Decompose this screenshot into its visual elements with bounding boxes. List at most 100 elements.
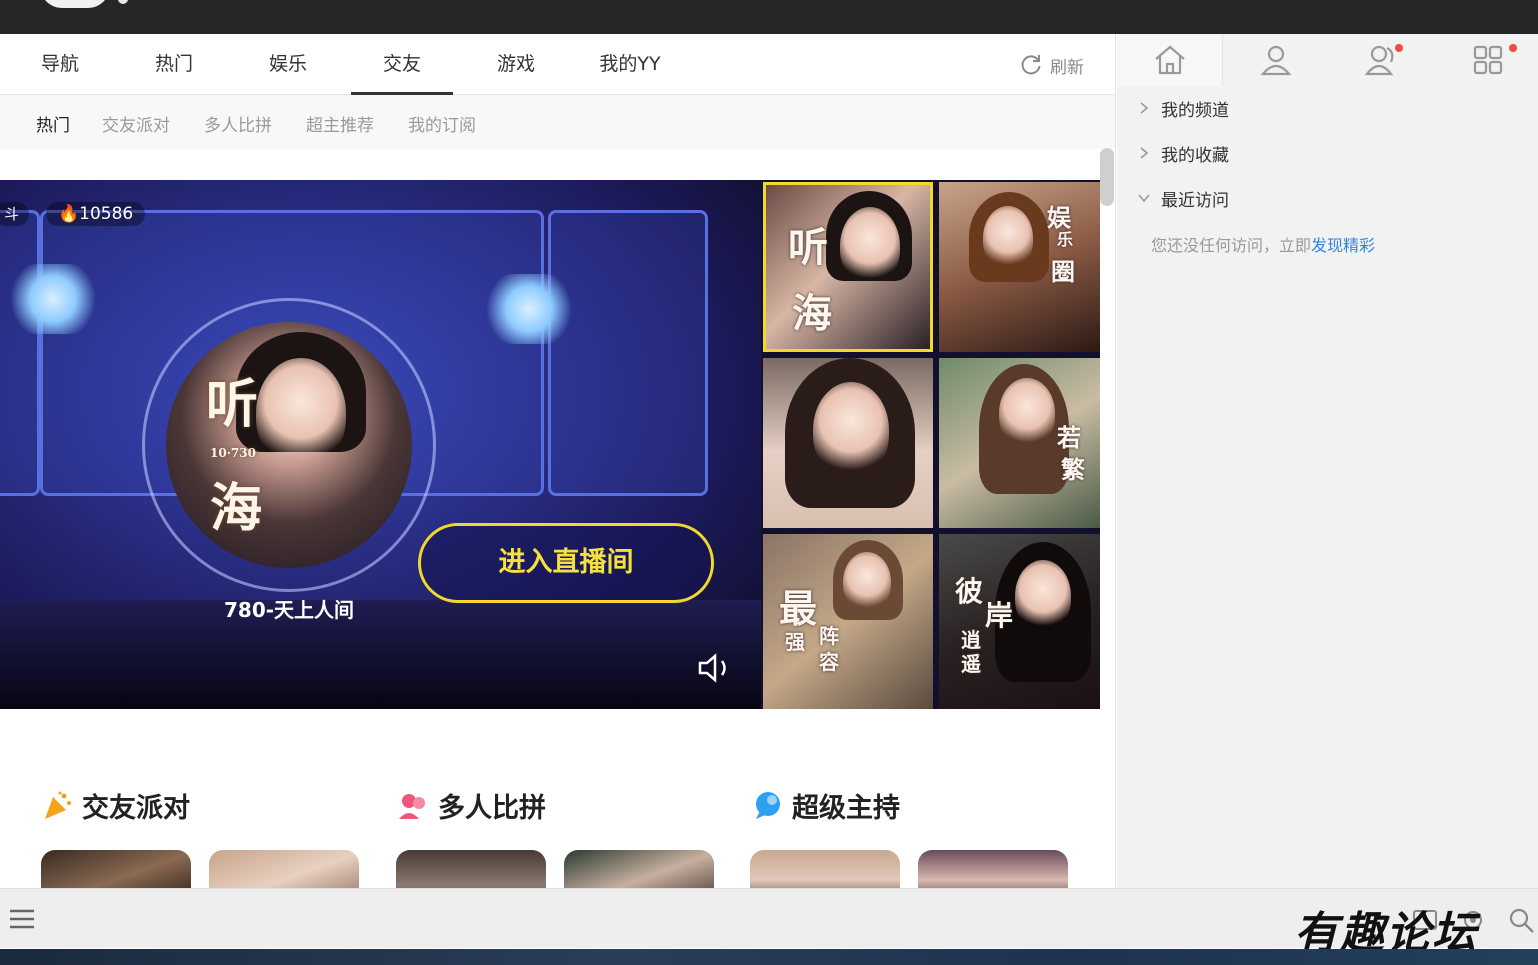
thumb-face [999,378,1055,448]
chevron-down-icon [1138,194,1150,203]
subtab-subscriptions[interactable]: 我的订阅 [408,111,476,136]
window-title-bar [0,0,1538,34]
user-icon [1260,45,1292,76]
thumb-5-text-3: 阵 [819,624,839,648]
thumb-face [1015,560,1071,632]
thumbnail-4[interactable]: 若 繁 [939,358,1100,528]
sidebar-item-recent[interactable]: 最近访问 [1137,185,1229,211]
sidebar-item-my-favorites[interactable]: 我的收藏 [1137,140,1229,166]
thumb-face [813,382,889,478]
discover-link[interactable]: 发现精彩 [1311,236,1375,255]
search-icon[interactable] [1506,905,1536,935]
thumb-2-text-2: 乐 [1057,230,1074,249]
sidebar-item-label: 我的收藏 [1161,145,1229,166]
heat-count: 10586 [79,204,134,224]
category-tag: 斗 [0,202,30,226]
section-pk[interactable]: 多人比拼 [396,786,546,825]
streamer-avatar[interactable]: 听 10·730 海 [166,322,412,568]
subtab-hot[interactable]: 热门 [36,111,70,136]
thumb-5-text-4: 容 [819,650,839,674]
tab-entertainment[interactable]: 娱乐 [250,34,326,95]
menu-icon[interactable] [8,905,36,933]
heat-badge: 🔥10586 [46,202,146,226]
section-super-host-title: 超级主持 [792,793,900,824]
sidebar-tab-profile[interactable] [1223,34,1329,86]
party-popper-icon [45,791,71,819]
thumb-face [983,206,1033,270]
thumb-4-text-1: 若 [1057,423,1081,452]
thumb-2-text-3: 圈 [1051,257,1075,286]
pk-card-1[interactable] [396,850,546,888]
host-card-2[interactable] [918,850,1068,888]
tab-games[interactable]: 游戏 [478,34,554,95]
tab-navigation[interactable]: 导航 [22,34,98,95]
thumb-6-text-1: 彼 [955,575,984,608]
subtab-party[interactable]: 交友派对 [102,111,170,136]
thumbnail-6[interactable]: 彼 岸 逍 遥 [939,534,1100,709]
section-party-title: 交友派对 [82,793,190,824]
home-icon [1154,45,1185,75]
subtab-super-recommend[interactable]: 超主推荐 [306,111,374,136]
empty-note-text: 您还没任何访问，立即 [1151,236,1312,255]
sidebar-icon-tabs [1117,34,1538,86]
thumb-face [840,207,900,285]
top-nav: 导航 热门 娱乐 交友 游戏 我的YY 刷新 [0,34,1115,95]
tab-friends[interactable]: 交友 [351,34,453,95]
thumbnail-2[interactable]: 娱 乐 圈 [939,182,1100,352]
section-party[interactable]: 交友派对 [40,786,190,825]
thumbnail-3[interactable] [763,358,933,528]
sidebar-tab-apps[interactable] [1435,34,1538,86]
notification-dot [1395,44,1403,52]
chevron-right-icon [1140,147,1149,159]
stage-screen-left [0,210,40,496]
scrollbar-thumb[interactable] [1100,148,1114,206]
fire-icon: 🔥 [58,204,80,224]
apps-grid-icon [1473,45,1503,75]
party-card-2[interactable] [209,850,359,888]
avatar-calligraphy-small: 10·730 [210,446,256,460]
stage-screen-right [548,210,708,496]
enter-live-room-button[interactable]: 进入直播间 [418,523,714,603]
main-panel: 导航 热门 娱乐 交友 游戏 我的YY 刷新 热门 交友派对 多人比拼 超主推荐… [0,34,1116,888]
notification-dot [1509,44,1517,52]
tab-hot[interactable]: 热门 [136,34,212,95]
subtab-pk[interactable]: 多人比拼 [204,111,272,136]
sidebar-tab-home[interactable] [1117,34,1223,86]
section-pk-title: 多人比拼 [438,793,546,824]
speaker-icon[interactable] [696,652,736,684]
host-card-1[interactable] [750,850,900,888]
stage-light-left [8,264,98,334]
featured-banner: 斗 🔥10586 听 10·730 海 780-天上人间 进入直播间 听 海 娱… [0,180,1100,709]
sub-nav: 热门 交友派对 多人比拼 超主推荐 我的订阅 [0,95,1115,149]
thumb-6-text-4: 遥 [961,652,981,676]
section-super-host[interactable]: 超级主持 [750,786,900,825]
thumbnail-5[interactable]: 最 强 阵 容 [763,534,933,709]
stage-floor [0,600,761,709]
pk-card-2[interactable] [564,850,714,888]
thumb-1-text-2: 海 [792,290,832,337]
thumbnail-1[interactable]: 听 海 [763,182,933,352]
sidebar-tab-friends[interactable] [1329,34,1435,86]
desktop-taskbar [0,949,1538,965]
refresh-button[interactable]: 刷新 [1018,52,1084,78]
sidebar-item-label: 最近访问 [1161,190,1229,211]
chat-bubble-icon [756,791,780,819]
room-name: 780-天上人间 [224,598,355,622]
refresh-label: 刷新 [1050,57,1084,78]
sidebar-item-my-channels[interactable]: 我的频道 [1137,95,1229,121]
live-stage-preview[interactable]: 斗 🔥10586 听 10·730 海 780-天上人间 进入直播间 [0,180,761,709]
thumb-5-text-1: 最 [779,586,818,631]
tab-my-yy[interactable]: 我的YY [588,34,672,95]
chevron-right-icon [1140,102,1149,114]
thumb-5-text-2: 强 [785,630,805,654]
logo-dot [118,0,128,4]
right-sidebar: 我的频道 我的收藏 最近访问 您还没任何访问，立即发现精彩 [1117,34,1538,888]
app-logo [40,0,110,8]
stage-light-right [484,274,574,344]
recent-empty-note: 您还没任何访问，立即发现精彩 [1151,232,1375,256]
avatar-face [256,358,346,468]
thumb-1-text-1: 听 [788,224,828,271]
avatar-calligraphy-2: 海 [210,478,263,539]
thumb-face [843,552,891,612]
party-card-1[interactable] [41,850,191,888]
